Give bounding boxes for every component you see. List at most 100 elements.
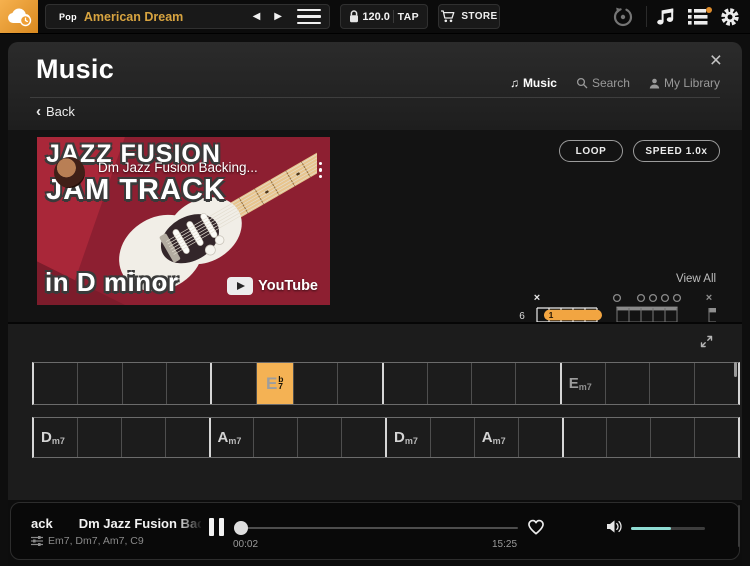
tempo-value: 120.0 — [362, 11, 390, 23]
cloud-icon — [6, 6, 33, 27]
page-title: Music — [36, 54, 114, 85]
timeline-cell-empty[interactable] — [649, 363, 693, 404]
songs-button[interactable] — [655, 6, 677, 32]
timeline-cell-em7[interactable]: Em7 — [560, 363, 605, 404]
song-title: American Dream — [84, 10, 246, 24]
person-icon — [649, 78, 660, 89]
timeline-cell-empty[interactable] — [34, 363, 77, 404]
timeline-cell-empty[interactable] — [430, 418, 474, 457]
header-divider — [30, 97, 720, 98]
chord-timeline-section: Eb7 Em7 Dm7 Am7 Dm7 Am7 — [8, 322, 742, 502]
timeline-cell-empty[interactable] — [427, 363, 471, 404]
music-note-icon: ♫ — [510, 76, 519, 90]
timeline-cell-dm7[interactable]: Dm7 — [385, 418, 430, 457]
setlist-icon — [687, 7, 713, 27]
player-bar: ackDm Jazz Fusion Bac Em7, Dm7, Am7, C9 … — [10, 502, 740, 560]
timeline-cell-dm7[interactable]: Dm7 — [34, 418, 77, 457]
music-note-icon — [655, 6, 677, 27]
tempo-control[interactable]: 120.0 TAP — [340, 4, 428, 29]
total-time: 15:25 — [492, 539, 517, 550]
timeline-cell-empty[interactable] — [518, 418, 562, 457]
settings-button[interactable] — [719, 6, 741, 33]
title-fade — [177, 515, 203, 533]
expand-timeline-button[interactable] — [699, 334, 714, 354]
cart-icon — [440, 10, 455, 23]
timeline-cell-empty[interactable] — [694, 363, 738, 404]
tempo-divider — [393, 10, 394, 23]
timeline-cell-empty[interactable] — [77, 418, 121, 457]
youtube-play-icon — [227, 277, 253, 295]
song-menu-button[interactable] — [297, 7, 321, 27]
tap-tempo-button[interactable]: TAP — [398, 11, 419, 23]
tab-music[interactable]: ♫ Music — [510, 76, 557, 90]
lock-icon — [349, 10, 359, 23]
timeline-cell-empty[interactable] — [293, 363, 337, 404]
player-song-title: ackDm Jazz Fusion Bac — [31, 515, 201, 533]
notification-dot — [706, 7, 712, 13]
chords-settings-icon — [31, 535, 43, 547]
fret-number: 6 — [519, 311, 525, 322]
panel-header: Music × ♫ Music Search — [8, 42, 742, 130]
restart-icon — [611, 5, 635, 29]
timeline-cell-empty[interactable] — [694, 418, 738, 457]
timeline-cell-empty[interactable] — [166, 363, 210, 404]
progress-track[interactable] — [241, 527, 518, 529]
timeline-cell-empty[interactable] — [471, 363, 515, 404]
channel-avatar — [54, 157, 85, 188]
timeline-cell-empty[interactable] — [121, 418, 165, 457]
timeline-cell-empty[interactable] — [297, 418, 341, 457]
volume-icon[interactable] — [606, 519, 624, 539]
app-screen: Pop American Dream ◀ ▶ 120.0 TAP STORE — [0, 0, 750, 566]
muted-string-marker: × — [534, 292, 540, 304]
gear-icon — [719, 6, 741, 28]
timeline-cell-am7[interactable]: Am7 — [209, 418, 254, 457]
timeline-cell-empty[interactable] — [515, 363, 559, 404]
speed-button[interactable]: SPEED 1.0x — [633, 140, 720, 162]
close-button[interactable]: × — [706, 46, 726, 75]
tab-search[interactable]: Search — [576, 76, 630, 90]
loop-button[interactable]: LOOP — [559, 140, 623, 162]
topbar-divider — [646, 6, 647, 27]
timeline-cell-empty[interactable] — [605, 363, 649, 404]
timeline-cell-am7[interactable]: Am7 — [474, 418, 518, 457]
video-options-button[interactable] — [319, 162, 322, 178]
timeline-scrollbar[interactable] — [734, 362, 737, 377]
setlist-button[interactable] — [687, 7, 713, 32]
timeline-cell-empty[interactable] — [122, 363, 166, 404]
pause-button[interactable] — [209, 518, 224, 536]
back-button[interactable]: ‹ Back — [36, 104, 75, 119]
video-thumbnail[interactable]: JAZZ FUSION JAM TRACK in D minor Dm Jazz… — [37, 137, 330, 305]
view-all-link[interactable]: View All — [676, 273, 716, 285]
song-genre: Pop — [59, 12, 77, 22]
timeline-cell-eb7[interactable]: Eb7 — [256, 363, 293, 404]
reset-session-button[interactable] — [611, 5, 635, 34]
cloud-app-logo[interactable] — [0, 0, 38, 33]
timeline-cell-empty[interactable] — [562, 418, 607, 457]
favorite-button[interactable] — [525, 516, 547, 541]
heart-icon — [525, 516, 547, 536]
timeline-cell-empty[interactable] — [341, 418, 385, 457]
timeline-cell-empty[interactable] — [165, 418, 209, 457]
expand-icon — [699, 334, 714, 349]
next-song-button[interactable]: ▶ — [267, 11, 289, 22]
prev-song-button[interactable]: ◀ — [246, 11, 268, 22]
timeline-cell-empty[interactable] — [382, 363, 427, 404]
progress-thumb[interactable] — [234, 521, 248, 535]
youtube-logo[interactable]: YouTube — [227, 277, 318, 295]
song-selector[interactable]: Pop American Dream ◀ ▶ — [45, 4, 330, 29]
panel-scrollbar[interactable] — [738, 505, 740, 547]
timeline-cell-empty[interactable] — [337, 363, 381, 404]
timeline-cell-empty[interactable] — [650, 418, 694, 457]
search-icon — [576, 77, 588, 89]
panel-tabs: ♫ Music Search My Library — [510, 76, 720, 90]
muted-string-marker: × — [706, 292, 712, 304]
volume-slider[interactable] — [631, 527, 705, 530]
tab-my-library[interactable]: My Library — [649, 76, 720, 90]
timeline-cell-empty[interactable] — [77, 363, 121, 404]
thumbnail-art-line3: in D minor — [45, 267, 179, 298]
timeline-cell-empty[interactable] — [210, 363, 255, 404]
timeline-cell-empty[interactable] — [606, 418, 650, 457]
timeline-cell-empty[interactable] — [253, 418, 297, 457]
top-bar: Pop American Dream ◀ ▶ 120.0 TAP STORE — [0, 0, 750, 34]
store-button[interactable]: STORE — [438, 4, 500, 29]
